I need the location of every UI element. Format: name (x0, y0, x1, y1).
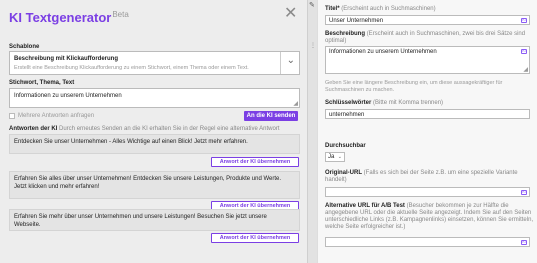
close-icon[interactable]: ✕ (284, 6, 297, 22)
keyword-label: Stichwort, Thema, Text (9, 80, 75, 86)
original-url-label-text: Original-URL (325, 170, 362, 176)
keyword-value: Informationen zu unserem Unternehmen (14, 93, 122, 99)
keywords-label-text: Schlüsselwörter (325, 100, 372, 106)
description-label-text: Beschreibung (325, 31, 366, 37)
apply-answer-3-button[interactable]: Anwort der KI übernehmen (211, 233, 299, 243)
title-label-text: Titel* (325, 6, 340, 12)
original-url-field-label: Original-URL (Falls es sich bei der Seit… (325, 170, 535, 184)
keywords-field-label: Schlüsselwörter (Bitte mit Komma trennen… (325, 100, 443, 106)
chevron-down-icon: ⌄ (286, 55, 295, 66)
template-label: Schablone (9, 44, 40, 50)
send-to-ki-button[interactable]: An die KI senden (244, 111, 298, 121)
ki-icon[interactable]: KI (521, 49, 527, 54)
ki-answer-3: Erfahren Sie mehr über unser Unternehmen… (9, 209, 300, 231)
ab-url-input[interactable]: KI (325, 237, 530, 247)
original-url-input[interactable]: KI (325, 187, 530, 197)
resize-handle-icon[interactable]: ◢ (293, 101, 298, 107)
template-description: Erstellt eine Beschreibung Klickaufforde… (14, 65, 249, 71)
ki-icon[interactable]: KI (521, 18, 527, 23)
select-separator (280, 52, 281, 74)
pencil-icon[interactable]: ✎ (309, 1, 315, 9)
title-input[interactable]: Unser Unternehmen KI (325, 15, 530, 25)
searchable-select[interactable]: Ja ⌄ (325, 152, 345, 162)
ki-icon[interactable]: KI (521, 240, 527, 245)
searchable-label-text: Durchsuchbar (325, 143, 366, 149)
drag-handle-icon[interactable]: ⋮ (310, 43, 316, 49)
title-hint: (Erscheint auch in Suchmaschinen) (341, 6, 436, 12)
template-selected: Beschreibung mit Klickaufforderung (14, 56, 119, 62)
chevron-down-icon: ⌄ (337, 154, 342, 160)
apply-answer-1-button[interactable]: Anwort der KI übernehmen (211, 157, 299, 167)
panel-title-text: KI Textgenerator (9, 10, 112, 25)
ki-answer-2: Erfahren Sie alles über unser Unternehme… (9, 171, 300, 199)
keywords-hint: (Bitte mit Komma trennen) (373, 100, 444, 106)
ab-url-field-label: Alternative URL für A/B Test (Besucher b… (325, 203, 535, 231)
keywords-input[interactable]: unternehmen (325, 109, 530, 119)
panel-title: KI TextgeneratorBeta (9, 10, 129, 25)
description-note: Geben Sie eine längere Beschreibung ein,… (325, 80, 503, 93)
panel-divider[interactable]: ✎ ⋮ (307, 0, 317, 263)
ki-answer-1: Entdecken Sie unser Unternehmen - Alles … (9, 134, 300, 154)
searchable-field-label: Durchsuchbar (325, 143, 366, 149)
description-textarea[interactable]: Informationen zu unserem Unternehmen KI … (325, 46, 530, 74)
page-settings-panel: Titel* (Erscheint auch in Suchmaschinen)… (317, 0, 537, 263)
resize-handle-icon[interactable]: ◢ (523, 67, 528, 73)
title-field-label: Titel* (Erscheint auch in Suchmaschinen) (325, 6, 436, 12)
ab-url-label-text: Alternative URL für A/B Test (325, 203, 405, 209)
searchable-value: Ja (328, 154, 335, 160)
title-value: Unser Unternehmen (329, 18, 384, 24)
answers-hint: Durch erneutes Senden an die KI erhalten… (59, 126, 280, 132)
keyword-textarea[interactable]: Informationen zu unserem Unternehmen ◢ (9, 88, 300, 108)
multiple-answers-label: Mehrere Antworten anfragen (18, 113, 95, 119)
beta-badge: Beta (112, 10, 129, 19)
ki-icon[interactable]: KI (521, 190, 527, 195)
description-field-label: Beschreibung (Erscheint auch in Suchmasc… (325, 31, 535, 45)
keywords-value: unternehmen (329, 112, 365, 118)
ki-textgenerator-panel: KI TextgeneratorBeta ✕ Schablone Beschre… (0, 0, 307, 263)
answers-label-text: Antworten der KI (9, 126, 58, 132)
multiple-answers-checkbox[interactable] (9, 113, 15, 119)
answers-label: Antworten der KI Durch erneutes Senden a… (9, 126, 280, 132)
template-select[interactable]: Beschreibung mit Klickaufforderung Erste… (9, 51, 300, 75)
description-value: Informationen zu unserem Unternehmen (329, 49, 437, 55)
